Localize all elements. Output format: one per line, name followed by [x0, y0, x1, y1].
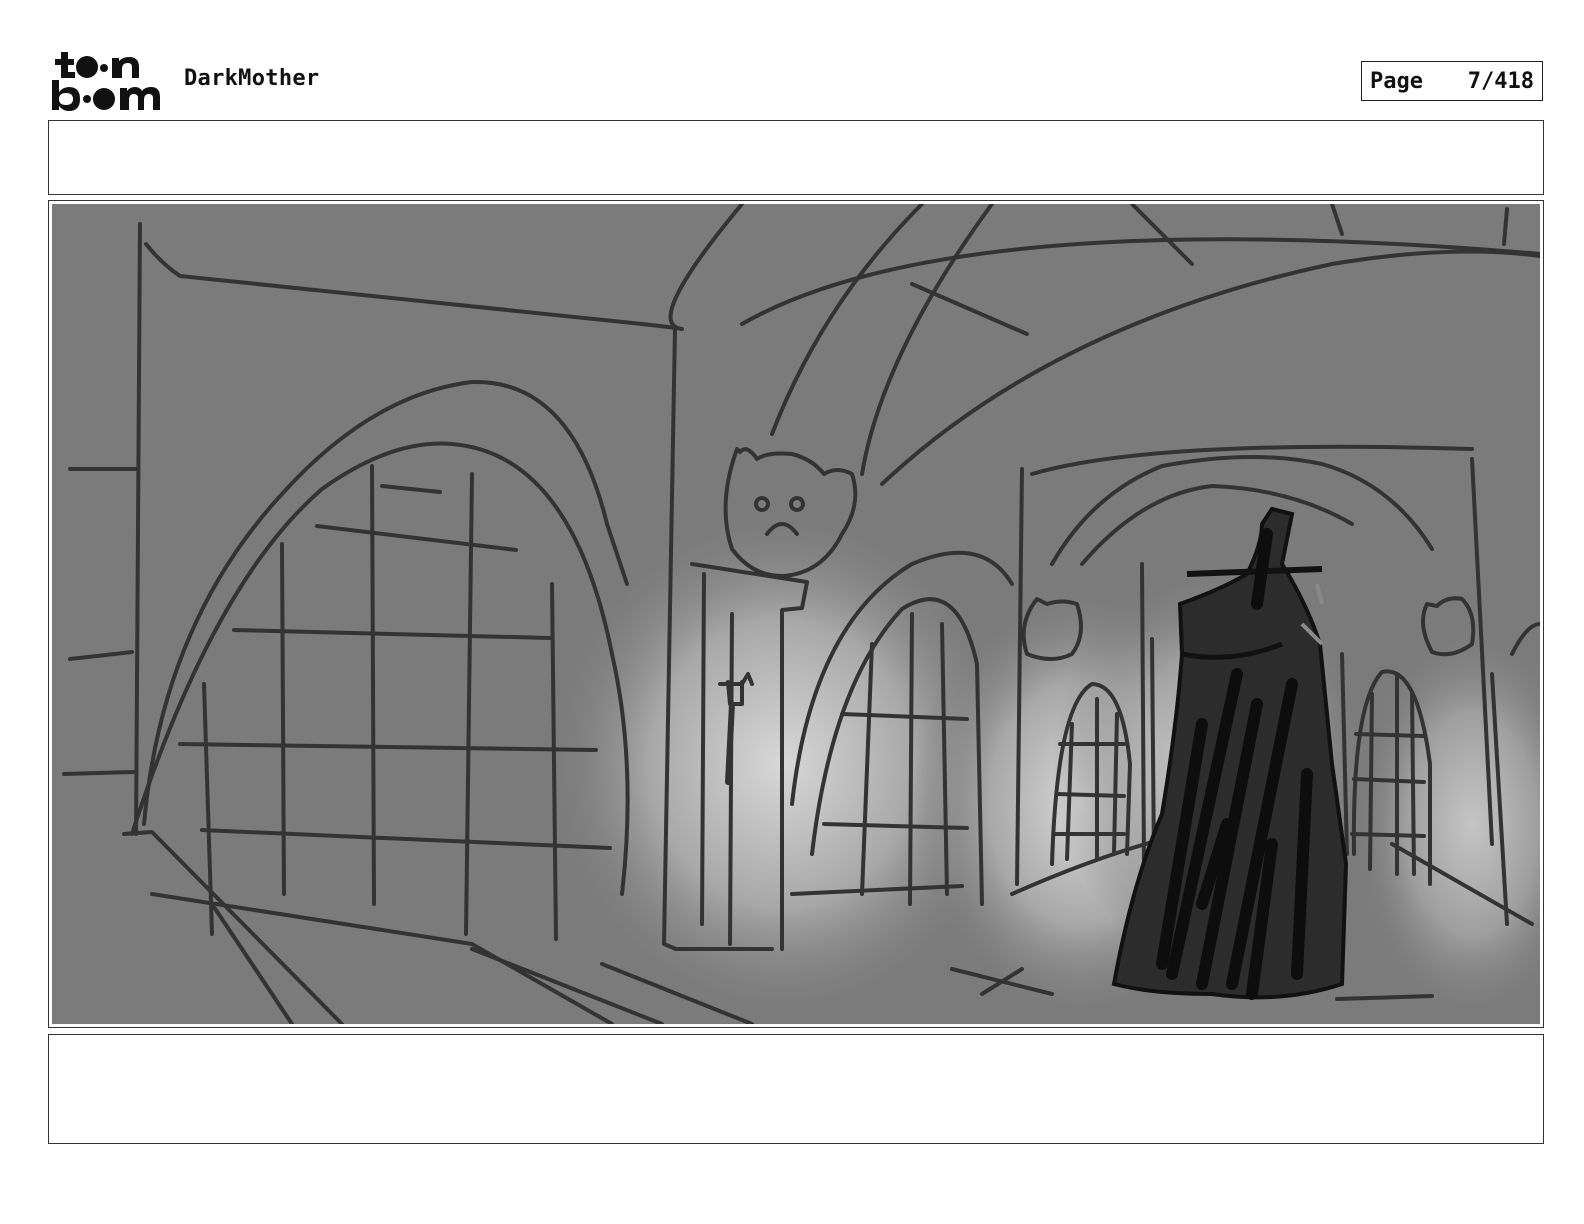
- storyboard-panel-image: [52, 204, 1540, 1024]
- page-label: Page: [1370, 68, 1423, 94]
- toonboom-logo: [52, 52, 160, 111]
- project-title: DarkMother: [184, 66, 320, 91]
- panel-notes-bottom[interactable]: [48, 1034, 1544, 1144]
- page-number: 7/418: [1467, 68, 1534, 94]
- panel-notes-top[interactable]: [48, 120, 1544, 195]
- page-indicator: Page 7/418: [1361, 61, 1543, 101]
- storyboard-sketch: [52, 204, 1540, 1024]
